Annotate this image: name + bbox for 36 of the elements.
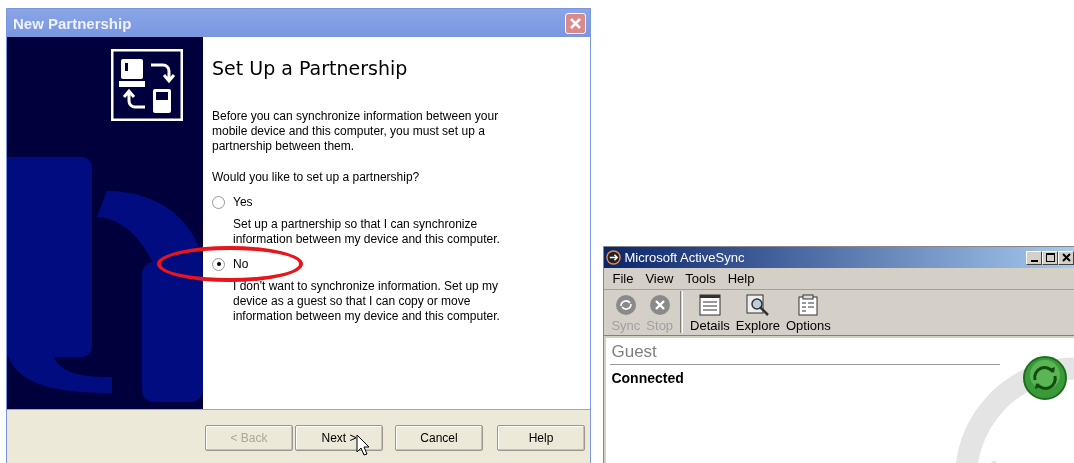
close-icon xyxy=(1061,253,1071,262)
close-button[interactable] xyxy=(1058,250,1074,265)
wizard-heading: Set Up a Partnership xyxy=(212,57,409,79)
wizard-button[interactable]: Cancel xyxy=(395,425,483,451)
menu-item[interactable]: View xyxy=(641,271,678,286)
menu-item[interactable]: Tools xyxy=(681,271,720,286)
partnership-icon xyxy=(111,49,183,121)
menu-item[interactable]: File xyxy=(608,271,638,286)
window-title: Microsoft ActiveSync xyxy=(624,250,745,265)
list-window-icon xyxy=(699,294,721,316)
app-icon xyxy=(606,250,622,265)
sync-icon xyxy=(614,294,637,316)
stop-icon xyxy=(648,294,671,316)
radio-option[interactable]: Yes xyxy=(212,195,253,209)
form-icon xyxy=(797,294,820,316)
toolbar-button[interactable]: Details xyxy=(687,294,733,333)
magnifier-icon xyxy=(745,294,770,316)
minimize-icon xyxy=(1030,259,1038,262)
device-name: Guest xyxy=(610,341,658,362)
toolbar-button[interactable]: Explore xyxy=(732,294,783,333)
maximize-icon xyxy=(1045,253,1055,262)
menu-item[interactable]: Help xyxy=(723,271,759,286)
connection-status: Connected xyxy=(610,369,685,386)
option-description: I don't want to synchronize information. Set up my device as a guest so that I can copy or move information between my device and this computer. xyxy=(233,279,501,324)
radio-option[interactable]: No xyxy=(212,257,249,271)
option-description: Set up a partnership so that I can synchronize information between my device and this computer. xyxy=(233,217,501,247)
maximize-button[interactable] xyxy=(1042,250,1058,265)
intro-text: Before you can synchronize information between your mobile device and this computer, you must set up a partnership between them. xyxy=(212,109,500,154)
window-title: New Partnership xyxy=(13,14,132,32)
toolbar-button[interactable]: Options xyxy=(782,294,834,333)
close-icon xyxy=(569,16,583,30)
question-text: Would you like to set up a partnership? xyxy=(212,170,421,185)
minimize-button[interactable] xyxy=(1026,250,1042,265)
sync-icon xyxy=(1022,355,1068,401)
wizard-button[interactable]: Help xyxy=(497,425,585,451)
pointer-icon xyxy=(356,434,370,456)
